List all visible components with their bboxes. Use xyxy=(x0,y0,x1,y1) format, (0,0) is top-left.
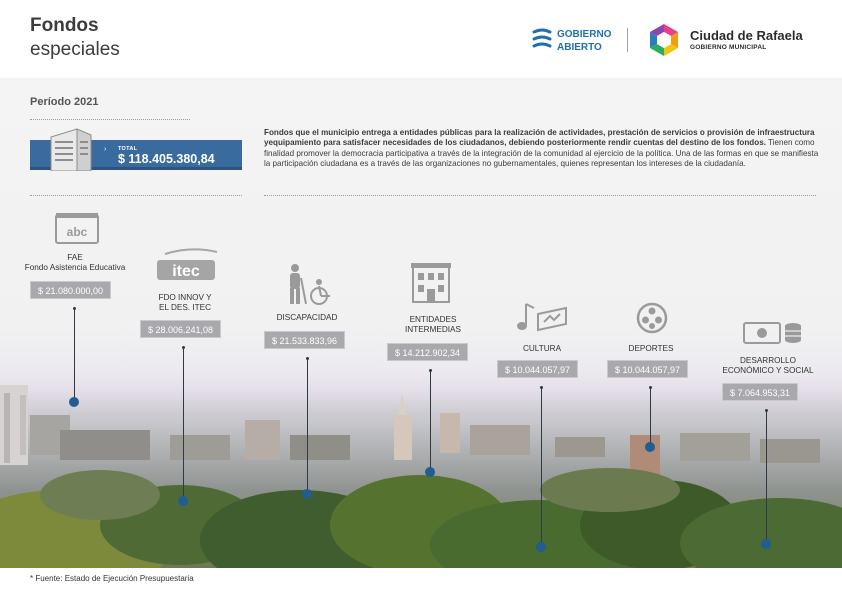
fund-label-line: ENTIDADES xyxy=(409,315,457,324)
fund-amount-deportes: $ 10.044.057,97 xyxy=(607,360,689,378)
connector-line xyxy=(541,387,542,544)
fund-label-line: FAE xyxy=(67,253,83,262)
connector-line xyxy=(307,358,308,490)
divider xyxy=(30,195,242,196)
page-title: Fondos xyxy=(30,15,99,36)
abc-book-text: abc xyxy=(67,225,88,239)
disability-icon xyxy=(290,264,330,305)
fund-label-itec: FDO INNOV Y EL DES. ITEC xyxy=(110,293,260,313)
page-subtitle: especiales xyxy=(30,39,120,60)
location-marker xyxy=(425,467,435,477)
location-marker xyxy=(69,397,79,407)
itec-logo-icon: itec xyxy=(157,248,218,280)
location-marker xyxy=(645,442,655,452)
itec-logo-text: itec xyxy=(172,263,200,280)
money-coins-icon xyxy=(743,322,801,344)
music-ticket-icon xyxy=(517,303,567,332)
fund-amount-itec: $ 28.006.241,08 xyxy=(140,320,222,338)
rafaela-hexagon-icon xyxy=(650,24,678,56)
description: Fondos que el municipio entrega a entida… xyxy=(264,128,819,169)
header-divider xyxy=(627,28,628,52)
fund-label-entidades: ENTIDADES INTERMEDIAS xyxy=(358,315,508,335)
fund-label-deportes: DEPORTES xyxy=(576,344,726,354)
fund-amount-cultura: $ 10.044.057,97 xyxy=(497,360,579,378)
connector-line xyxy=(183,347,184,497)
header: Fondos especiales GOBIERNO ABIERTO Ciuda… xyxy=(0,0,842,78)
city-name: Ciudad de Rafaela xyxy=(690,28,803,43)
location-marker xyxy=(302,489,312,499)
abc-book-icon: abc xyxy=(55,213,99,244)
fund-label-line: Fondo Asistencia Educativa xyxy=(24,263,126,272)
fund-amount-desarrollo: $ 7.064.953,31 xyxy=(722,383,799,401)
building-icon xyxy=(411,263,451,303)
chevron-right-icon: › xyxy=(104,146,107,153)
fund-amount-fae: $ 21.080.000,00 xyxy=(30,281,112,299)
fund-amount-discapacidad: $ 21.533.833,96 xyxy=(264,331,346,349)
period-label: Período 2021 xyxy=(30,96,99,108)
divider xyxy=(30,119,190,120)
location-marker xyxy=(178,496,188,506)
film-reel-icon xyxy=(636,302,668,334)
location-marker xyxy=(761,539,771,549)
divider xyxy=(264,195,816,196)
description-bold: Fondos que el municipio entrega a entida… xyxy=(264,128,815,148)
fund-label-fae: FAE Fondo Asistencia Educativa xyxy=(0,253,150,273)
gobierno-abierto-text: GOBIERNO ABIERTO xyxy=(557,28,611,54)
connector-line xyxy=(766,410,767,542)
gobierno-abierto-line2: ABIERTO xyxy=(557,42,602,53)
fund-label-line: INTERMEDIAS xyxy=(405,325,461,334)
fund-label-line: DESARROLLO xyxy=(740,356,796,365)
connector-line xyxy=(650,387,651,445)
fund-amount-entidades: $ 14.212.902,34 xyxy=(387,343,469,361)
gobierno-abierto-icon xyxy=(532,28,552,48)
connector-line xyxy=(430,370,431,470)
fund-label-line: EL DES. ITEC xyxy=(158,303,212,312)
fund-label-line: FDO INNOV Y xyxy=(158,293,212,302)
gobierno-abierto-line1: GOBIERNO xyxy=(557,29,612,40)
location-marker xyxy=(536,542,546,552)
city-panorama-image xyxy=(0,375,842,568)
city-subtitle: GOBIERNO MUNICIPAL xyxy=(690,44,767,51)
total-value: $ 118.405.380,84 xyxy=(118,152,215,166)
building-icon xyxy=(50,128,92,171)
connector-line xyxy=(74,308,75,400)
fund-label-line: ECONÓMICO Y SOCIAL xyxy=(722,366,814,375)
source-footnote: * Fuente: Estado de Ejecución Presupuest… xyxy=(30,574,194,583)
fund-label-desarrollo: DESARROLLO ECONÓMICO Y SOCIAL xyxy=(693,356,842,376)
fund-label-line: DEPORTES xyxy=(628,344,674,353)
